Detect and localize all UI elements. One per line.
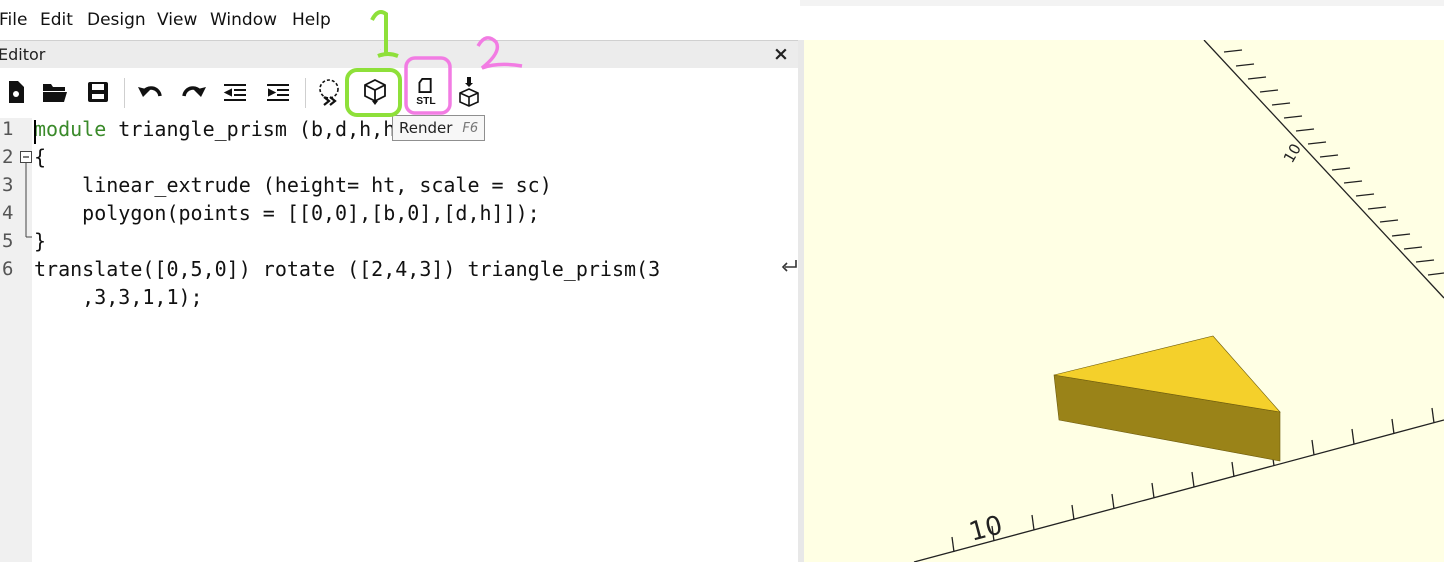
top-strip (800, 0, 1444, 6)
close-icon[interactable]: × (773, 43, 789, 65)
preview-icon[interactable] (316, 77, 346, 107)
toolbar-separator (305, 78, 306, 108)
line-number: 1 (2, 118, 14, 140)
export-stl-icon[interactable]: STL (411, 77, 441, 107)
send-to-print-icon[interactable] (454, 77, 484, 107)
unindent-icon[interactable] (221, 77, 251, 107)
save-icon[interactable] (83, 77, 113, 107)
render-icon[interactable] (360, 77, 390, 107)
menu-view[interactable]: View (157, 10, 197, 30)
new-file-icon[interactable] (0, 77, 30, 107)
line-number: 3 (2, 174, 14, 196)
menu-help[interactable]: Help (292, 10, 331, 30)
code-line: ,3,3,1,1); (34, 285, 203, 309)
undo-icon[interactable] (136, 77, 166, 107)
line-number: 5 (2, 230, 14, 252)
fold-minus-icon[interactable] (20, 151, 32, 163)
line-number: 2 (2, 146, 14, 168)
render-tooltip: Render F6 (392, 115, 486, 141)
indent-icon[interactable] (264, 77, 294, 107)
text-cursor (34, 120, 36, 144)
code-line: translate([0,5,0]) rotate ([2,4,3]) tria… (34, 257, 661, 281)
prism-model (1053, 335, 1281, 462)
menu-design[interactable]: Design (87, 10, 146, 30)
line-number: 6 (2, 258, 14, 280)
menu-bar: File Edit Design View Window Help (0, 0, 800, 40)
menu-window[interactable]: Window (210, 10, 277, 30)
svg-text:STL: STL (416, 96, 435, 107)
editor-toolbar: STL (0, 68, 798, 118)
toolbar-separator (124, 78, 125, 108)
editor-titlebar: Editor × (0, 40, 798, 69)
3d-viewport[interactable]: 10 10 (804, 40, 1444, 562)
line-gutter: 1 2 3 4 5 6 (0, 118, 32, 562)
wrap-arrow-icon (781, 260, 797, 272)
editor-title: Editor (0, 45, 46, 64)
code-line: linear_extrude (height= ht, scale = sc) (34, 173, 552, 197)
viewport-scene: 10 10 (913, 40, 1444, 562)
code-editor[interactable]: module triangle_prism (b,d,h,ht,sc) { li… (34, 117, 798, 562)
menu-file[interactable]: File (0, 10, 27, 30)
line-number: 4 (2, 202, 14, 224)
menu-edit[interactable]: Edit (40, 10, 73, 30)
tooltip-shortcut: F6 (462, 120, 479, 136)
tooltip-label: Render (399, 119, 453, 137)
code-line: } (34, 229, 47, 253)
code-line: polygon(points = [[0,0],[b,0],[d,h]]); (34, 201, 540, 225)
redo-icon[interactable] (178, 77, 208, 107)
axis-label: 10 (966, 510, 1006, 548)
fold-line-icon (25, 163, 32, 238)
open-folder-icon[interactable] (40, 77, 70, 107)
y-axis (1203, 40, 1444, 299)
code-line: { (34, 145, 47, 169)
